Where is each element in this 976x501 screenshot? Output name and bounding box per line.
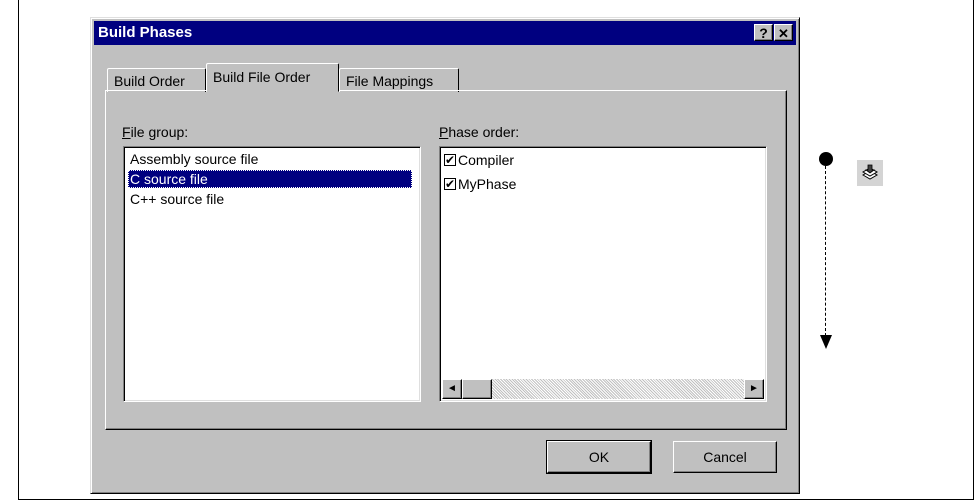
scroll-left-icon[interactable]: ◄ xyxy=(442,379,462,399)
checkbox[interactable]: ✔ xyxy=(444,153,456,166)
tab-build-file-order[interactable]: Build File Order xyxy=(206,63,339,92)
phase-order-listbox[interactable]: ✔ Compiler ✔ MyPhase ◄ ► xyxy=(439,146,767,402)
build-phases-dialog: Build Phases ? ✕ Build Order Build File … xyxy=(90,17,800,494)
list-item[interactable]: C++ source file xyxy=(128,190,226,208)
cancel-button[interactable]: Cancel xyxy=(673,441,777,473)
flow-start-dot xyxy=(819,152,833,166)
tab-build-order[interactable]: Build Order xyxy=(107,68,206,92)
file-group-listbox[interactable]: Assembly source file C source file C++ s… xyxy=(123,146,421,402)
horizontal-scrollbar[interactable]: ◄ ► xyxy=(442,379,764,399)
phase-label: Compiler xyxy=(458,152,515,168)
flow-dashed-line xyxy=(825,166,826,336)
help-button[interactable]: ? xyxy=(754,24,773,41)
checkbox[interactable]: ✔ xyxy=(444,177,456,190)
list-item-selected[interactable]: C source file xyxy=(128,170,412,188)
flow-arrow-icon xyxy=(820,335,832,349)
file-group-label: File group: xyxy=(122,124,189,140)
list-item[interactable]: Assembly source file xyxy=(128,150,260,168)
close-button[interactable]: ✕ xyxy=(774,24,793,41)
dialog-title: Build Phases xyxy=(98,24,193,41)
phase-label: MyPhase xyxy=(458,176,517,192)
scroll-right-icon[interactable]: ► xyxy=(744,379,764,399)
ok-button[interactable]: OK xyxy=(546,440,652,474)
title-bar: Build Phases ? ✕ xyxy=(94,21,796,45)
tab-panel: File group: Assembly source file C sourc… xyxy=(105,90,787,430)
stacked-layers-icon xyxy=(857,160,883,186)
phase-order-label: Phase order: xyxy=(439,124,520,140)
phase-item-myphase[interactable]: ✔ MyPhase xyxy=(444,174,516,194)
scroll-thumb[interactable] xyxy=(462,379,492,399)
tab-file-mappings[interactable]: File Mappings xyxy=(339,68,459,92)
phase-item-compiler[interactable]: ✔ Compiler xyxy=(444,150,514,170)
